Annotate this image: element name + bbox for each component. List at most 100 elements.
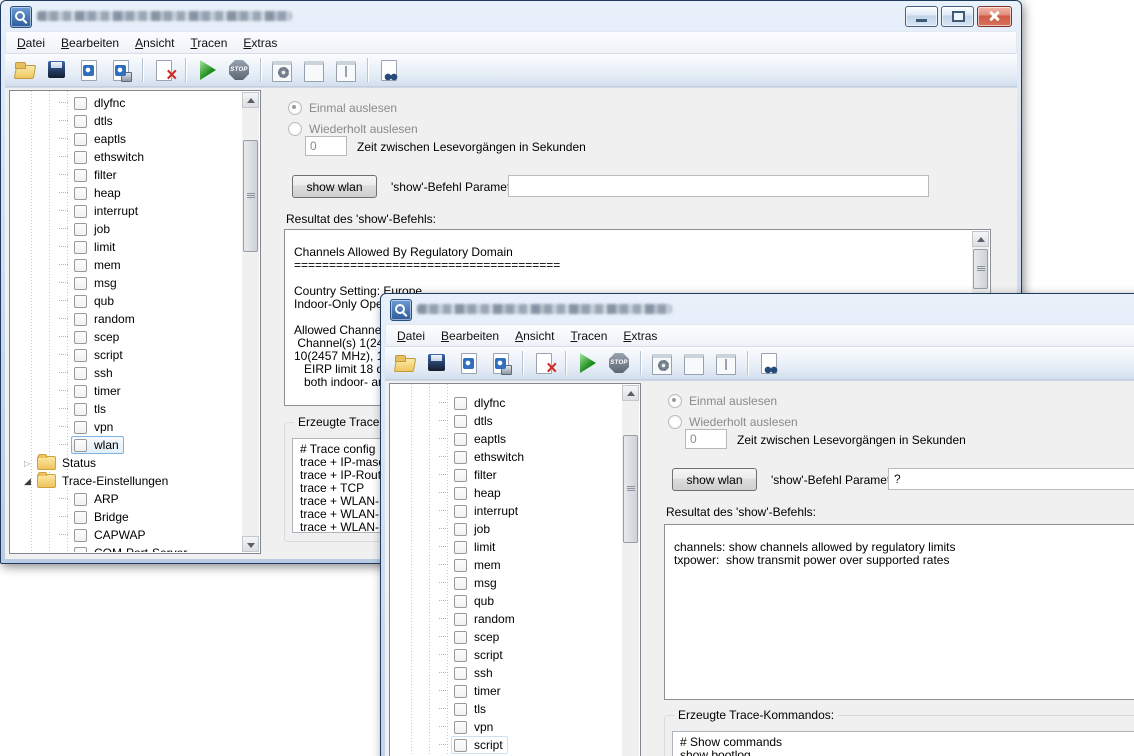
checkbox[interactable] — [74, 493, 87, 506]
checkbox[interactable] — [454, 541, 467, 554]
checkbox[interactable] — [74, 223, 87, 236]
tree-item-script[interactable]: script — [391, 646, 622, 664]
checkbox[interactable] — [454, 721, 467, 734]
single-pane-view-button[interactable] — [681, 350, 707, 376]
minimize-button[interactable] — [905, 6, 938, 27]
scroll-down-icon[interactable] — [242, 536, 259, 552]
checkbox[interactable] — [74, 403, 87, 416]
checkbox[interactable] — [74, 547, 87, 553]
checkbox[interactable] — [74, 439, 87, 452]
tree-item-vpn[interactable]: vpn — [391, 718, 622, 736]
expand-arrow-icon[interactable]: ▷ — [24, 459, 37, 468]
scrollbar-thumb[interactable] — [973, 249, 988, 289]
delete-trace-button[interactable] — [151, 57, 177, 83]
tree-item-com-port-server[interactable]: COM-Port-Server — [11, 544, 242, 552]
tree-item-status[interactable]: ▷Status — [11, 454, 242, 472]
checkbox[interactable] — [454, 415, 467, 428]
maximize-button[interactable] — [941, 6, 974, 27]
menu-extras[interactable]: Extras — [615, 327, 665, 345]
show-parameter-input[interactable] — [508, 175, 929, 197]
tree-item-msg[interactable]: msg — [391, 574, 622, 592]
checkbox[interactable] — [454, 739, 467, 752]
tree-item-timer[interactable]: timer — [11, 382, 242, 400]
checkbox[interactable] — [454, 577, 467, 590]
tree-scrollbar[interactable] — [622, 385, 639, 756]
checkbox[interactable] — [74, 259, 87, 272]
tree-item-qub[interactable]: qub — [391, 592, 622, 610]
tree-item-job[interactable]: job — [391, 520, 622, 538]
open-trace-button[interactable] — [12, 57, 38, 83]
checkbox[interactable] — [74, 277, 87, 290]
tree-item-heap[interactable]: heap — [11, 184, 242, 202]
checkbox[interactable] — [74, 133, 87, 146]
checkbox[interactable] — [454, 667, 467, 680]
save-trace-view-button[interactable] — [108, 57, 134, 83]
scrollbar-thumb[interactable] — [623, 435, 638, 543]
checkbox[interactable] — [454, 559, 467, 572]
checkbox[interactable] — [74, 187, 87, 200]
checkbox[interactable] — [74, 97, 87, 110]
tree-item-scep[interactable]: scep — [391, 628, 622, 646]
scroll-up-icon[interactable] — [242, 92, 259, 108]
menu-bearbeiten[interactable]: Bearbeiten — [53, 34, 127, 52]
split-pane-view-button[interactable] — [333, 57, 359, 83]
checkbox[interactable] — [74, 241, 87, 254]
checkbox[interactable] — [74, 295, 87, 308]
tree-item-wlan[interactable]: wlan — [11, 436, 242, 454]
delete-trace-button[interactable] — [531, 350, 557, 376]
menu-datei[interactable]: Datei — [9, 34, 53, 52]
close-button[interactable] — [977, 6, 1012, 27]
tree-item-vpn[interactable]: vpn — [11, 418, 242, 436]
checkbox[interactable] — [454, 613, 467, 626]
checkbox[interactable] — [74, 313, 87, 326]
checkbox[interactable] — [454, 433, 467, 446]
new-trace-view-button[interactable] — [456, 350, 482, 376]
tree-item-dtls[interactable]: dtls — [11, 112, 242, 130]
checkbox[interactable] — [454, 631, 467, 644]
tree-item-tls[interactable]: tls — [11, 400, 242, 418]
tree-item-dlyfnc[interactable]: dlyfnc — [11, 94, 242, 112]
save-trace-view-button[interactable] — [488, 350, 514, 376]
checkbox[interactable] — [74, 421, 87, 434]
checkbox[interactable] — [74, 115, 87, 128]
tree-item-timer[interactable]: timer — [391, 682, 622, 700]
tree-item-random[interactable]: random — [391, 610, 622, 628]
checkbox[interactable] — [454, 487, 467, 500]
checkbox[interactable] — [74, 205, 87, 218]
split-pane-view-button[interactable] — [713, 350, 739, 376]
search-trace-button[interactable] — [756, 350, 782, 376]
checkbox[interactable] — [454, 649, 467, 662]
checkbox[interactable] — [454, 523, 467, 536]
checkbox[interactable] — [454, 397, 467, 410]
tree-item-interrupt[interactable]: interrupt — [11, 202, 242, 220]
start-trace-button[interactable] — [574, 350, 600, 376]
menu-extras[interactable]: Extras — [235, 34, 285, 52]
tree-item-dtls[interactable]: dtls — [391, 412, 622, 430]
radio-read-once[interactable]: Einmal auslesen — [668, 394, 777, 408]
show-wlan-button[interactable]: show wlan — [672, 468, 757, 491]
tree-item-filter[interactable]: filter — [11, 166, 242, 184]
start-trace-button[interactable] — [194, 57, 220, 83]
checkbox[interactable] — [454, 685, 467, 698]
tree-item-msg[interactable]: msg — [11, 274, 242, 292]
menu-ansicht[interactable]: Ansicht — [507, 327, 562, 345]
tree-item-trace-einstellungen[interactable]: ◢Trace-Einstellungen — [11, 472, 242, 490]
interval-seconds-input[interactable] — [685, 429, 727, 449]
tree-item-arp[interactable]: ARP — [11, 490, 242, 508]
menu-ansicht[interactable]: Ansicht — [127, 34, 182, 52]
tree-item-ssh[interactable]: ssh — [11, 364, 242, 382]
tree-item-limit[interactable]: limit — [11, 238, 242, 256]
tree-item-bridge[interactable]: Bridge — [11, 508, 242, 526]
search-trace-button[interactable] — [376, 57, 402, 83]
scroll-up-icon[interactable] — [622, 385, 639, 401]
checkbox[interactable] — [74, 367, 87, 380]
interval-seconds-input[interactable] — [305, 136, 347, 156]
show-wlan-button[interactable]: show wlan — [292, 175, 377, 198]
tree-item-filter[interactable]: filter — [391, 466, 622, 484]
tree-item-eaptls[interactable]: eaptls — [391, 430, 622, 448]
radio-read-repeat[interactable]: Wiederholt auslesen — [288, 122, 418, 136]
tree-scrollbar[interactable] — [242, 92, 259, 552]
menu-tracen[interactable]: Tracen — [182, 34, 235, 52]
radio-read-repeat[interactable]: Wiederholt auslesen — [668, 415, 798, 429]
new-trace-view-button[interactable] — [76, 57, 102, 83]
